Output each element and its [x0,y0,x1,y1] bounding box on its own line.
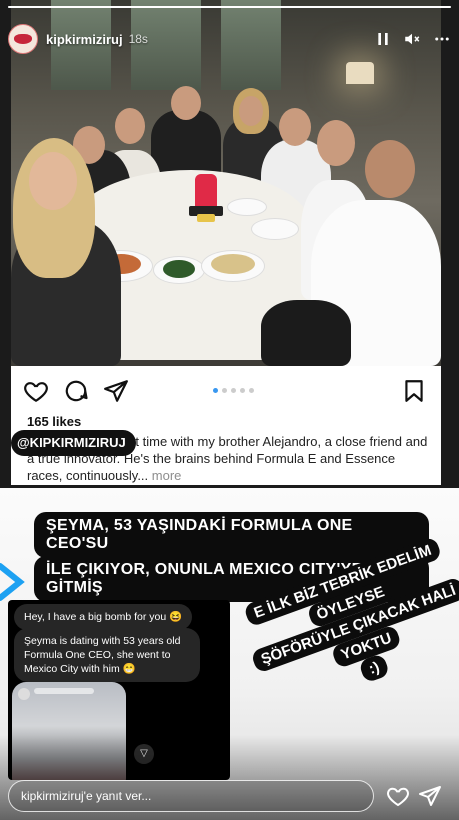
lipstick-emoji-icon [195,174,217,208]
person-head [279,108,311,146]
lips-logo-icon [14,34,32,44]
dm-message-1: Hey, I have a big bomb for you 😆 [14,604,193,630]
story-progress-bar [8,6,451,8]
heart-icon[interactable] [23,378,49,404]
story-time: 18s [128,32,148,46]
likes-count[interactable]: 165 likes [27,414,81,429]
shared-post-avatar [18,688,30,700]
mute-icon[interactable] [403,30,421,48]
story-viewer: 165 likes li Last night, I spent time wi… [0,0,459,820]
carousel-dot [231,388,236,393]
person-head [239,96,263,126]
post-actions-bar [11,372,441,408]
person-head [317,120,355,166]
dm-message-2: Şeyma is dating with 53 years old Formul… [14,628,200,682]
carousel-dots [213,388,254,393]
header-controls [375,30,451,48]
avatar[interactable] [8,24,38,54]
post-screenshot: 165 likes li Last night, I spent time wi… [11,0,441,485]
reply-input[interactable]: kipkirmiziruj'e yanıt ver... [8,780,374,812]
story-header: kipkirmiziruj 18s [8,22,451,56]
shared-post-username-bar [34,688,94,694]
pause-icon[interactable] [375,31,391,47]
lipstick-emoji-ring [197,214,215,222]
person-legs [261,300,351,366]
person-head [29,152,77,210]
plate [251,218,299,240]
food [211,254,255,274]
comment-icon[interactable] [63,378,89,404]
more-options-icon[interactable] [433,30,451,48]
carousel-dot [213,388,218,393]
carousel-dot [249,388,254,393]
person-head [171,86,201,120]
headline-line-1: ŞEYMA, 53 YAŞINDAKİ FORMULA ONE CEO'SU [34,512,429,558]
username-sticker[interactable]: @KIPKIRMIZIRUJ [11,430,136,456]
send-icon[interactable] [418,784,442,808]
story-username[interactable]: kipkirmiziruj [46,32,123,47]
food [163,260,195,278]
like-story-heart-icon[interactable] [386,784,410,808]
table-lamp [346,62,374,84]
carousel-dot [222,388,227,393]
story-progress-fill [8,6,451,8]
person-head [365,140,415,198]
caption-more-link[interactable]: more [152,468,182,483]
share-icon[interactable] [103,378,129,404]
carousel-dot [240,388,245,393]
arrow-sticker-icon [0,563,25,601]
person-head [115,108,145,144]
plate [227,198,267,216]
bookmark-icon[interactable] [401,378,427,404]
